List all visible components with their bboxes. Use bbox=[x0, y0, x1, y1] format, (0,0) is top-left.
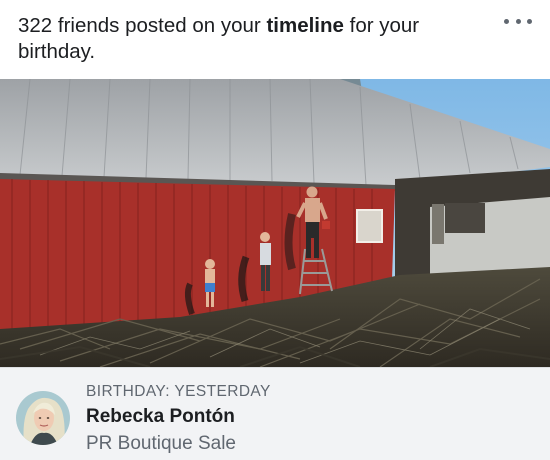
ellipsis-dot bbox=[527, 18, 532, 24]
ellipsis-dot bbox=[515, 18, 521, 24]
header-prefix: 322 friends posted on your bbox=[18, 14, 267, 37]
birthday-info: BIRTHDAY: YESTERDAY Rebecka Pontón PR Bo… bbox=[86, 382, 271, 457]
ellipsis-icon bbox=[504, 18, 509, 24]
friend-name[interactable]: Rebecka Pontón bbox=[86, 404, 271, 430]
birthday-footer bbox=[0, 367, 550, 460]
post-header: 322 friends posted on your timeline for … bbox=[18, 13, 488, 65]
avatar[interactable] bbox=[16, 391, 70, 445]
birthday-memory-card: 322 friends posted on your timeline for … bbox=[0, 0, 550, 460]
friend-subtitle: PR Boutique Sale bbox=[86, 433, 236, 454]
post-photo[interactable] bbox=[0, 79, 550, 367]
more-options-button[interactable] bbox=[504, 14, 532, 28]
birthday-kicker: BIRTHDAY: YESTERDAY bbox=[86, 383, 271, 400]
timeline-link[interactable]: timeline bbox=[266, 14, 343, 37]
